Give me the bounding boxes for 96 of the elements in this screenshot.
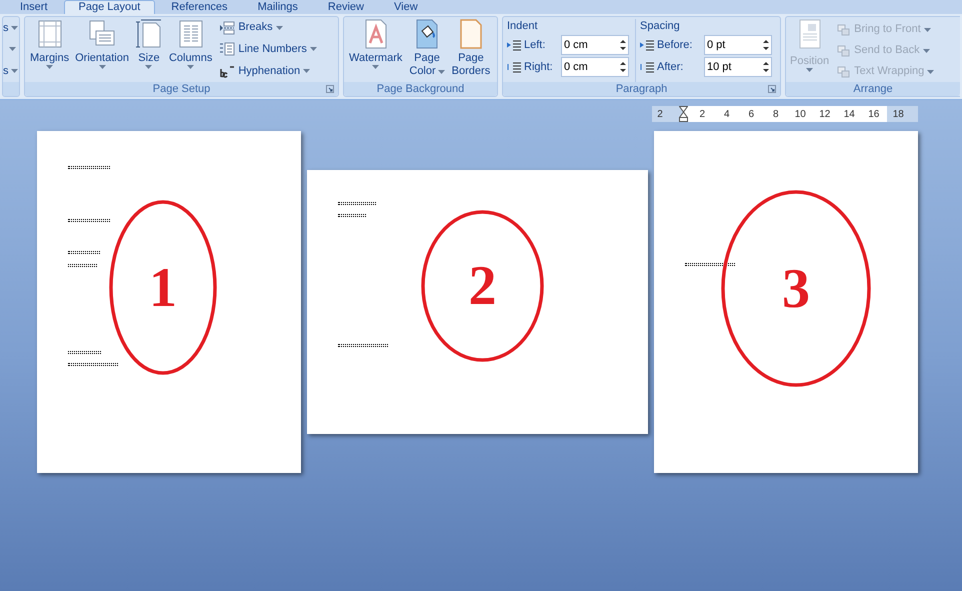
menu-item[interactable]: s (3, 62, 8, 80)
caret-icon (303, 69, 310, 74)
group-title: Page Background (376, 82, 464, 96)
section-heading: Spacing (640, 19, 681, 33)
ruler-number: 2 (698, 108, 706, 122)
text-line (685, 263, 735, 266)
ribbon-button[interactable]: Size (132, 17, 166, 82)
ruler-number: 8 (772, 108, 780, 122)
text-line (68, 351, 101, 354)
field-label: Before: (657, 38, 694, 53)
spin-field[interactable]: 0 pt (704, 35, 772, 55)
group-title: Arrange (853, 82, 893, 96)
layer-icon (837, 44, 852, 56)
ribbon-button[interactable]: Page Borders (450, 17, 492, 82)
caret-icon (98, 65, 106, 69)
text-line (68, 264, 97, 267)
spin-arrows-icon[interactable] (763, 39, 769, 51)
caret-icon (46, 65, 54, 69)
dialog-launcher-icon[interactable] (768, 85, 776, 93)
ruler-number: 14 (842, 108, 856, 122)
size-icon (134, 19, 163, 49)
caret-icon (9, 47, 16, 52)
caret-icon (927, 70, 934, 74)
spin-field[interactable]: 0 cm (561, 35, 629, 55)
ruler-number: 2 (656, 108, 664, 122)
group-title-bar (3, 82, 19, 96)
line-spacing-icon (640, 61, 654, 73)
layer-icon (837, 66, 852, 78)
section-heading: Indent (507, 19, 539, 33)
spin-arrows-icon[interactable] (620, 39, 626, 51)
hyphenation-icon (219, 64, 236, 78)
breaks-icon (219, 20, 236, 35)
layer-icon (837, 24, 852, 36)
ribbon-tab[interactable]: References (157, 1, 242, 14)
columns-icon (176, 19, 205, 49)
spin-field[interactable]: 0 cm (561, 57, 629, 77)
ribbon-button[interactable]: Breaks (219, 20, 317, 35)
ribbon-button[interactable]: Margins (27, 17, 72, 82)
ribbon-tab[interactable]: Review (314, 1, 378, 14)
page-number-annotation: 2 (468, 258, 496, 314)
indent-icon (507, 39, 521, 51)
ribbon-button[interactable]: Line Numbers (219, 42, 317, 56)
page-number-annotation: 3 (782, 260, 810, 316)
ruler-number: 16 (867, 108, 880, 122)
caret-icon (187, 65, 194, 69)
ribbon-tab[interactable]: Insert (6, 1, 62, 14)
field-label: Right: (524, 60, 554, 75)
paint-bucket-icon (415, 19, 440, 49)
caret-icon (924, 28, 931, 32)
caret-icon (310, 47, 317, 52)
ruler-number: 18 (892, 108, 905, 122)
ruler-number: 10 (794, 108, 807, 122)
ribbon-button[interactable]: Columns (166, 17, 216, 82)
menu-item[interactable]: s (3, 20, 8, 36)
caret-icon (10, 26, 18, 30)
dialog-launcher-icon[interactable] (326, 85, 334, 93)
caret-icon (276, 26, 283, 30)
ribbon-tab[interactable]: View (380, 1, 432, 14)
caret-icon (145, 65, 152, 69)
spin-arrows-icon[interactable] (620, 61, 626, 73)
margins-icon (36, 19, 64, 49)
text-line (338, 344, 388, 347)
indent-marker-icon[interactable] (679, 106, 688, 122)
ribbon-button[interactable]: Orientation (72, 17, 132, 82)
caret-icon (10, 69, 18, 74)
ribbon-button[interactable]: Page Color (407, 17, 447, 82)
ribbon-button[interactable]: Watermark (347, 17, 404, 82)
field-label: Left: (524, 38, 546, 53)
group-title: Page Setup (152, 82, 210, 96)
caret-icon (438, 70, 445, 74)
group-title: Paragraph (616, 82, 668, 96)
spin-field[interactable]: 10 pt (704, 57, 772, 77)
position-icon (798, 19, 822, 49)
text-line (338, 214, 366, 217)
page-number-annotation: 1 (149, 260, 177, 316)
spin-arrows-icon[interactable] (763, 61, 769, 73)
ruler-number: 12 (818, 108, 832, 122)
ruler-number: 6 (747, 108, 756, 122)
ribbon-button[interactable]: Hyphenation (219, 64, 317, 78)
page-borders-icon (458, 19, 483, 49)
ruler-number: 4 (722, 108, 731, 122)
text-line (68, 363, 118, 366)
text-line (68, 251, 100, 254)
line-spacing-icon (640, 39, 654, 51)
text-line (68, 166, 110, 169)
caret-icon (922, 48, 930, 52)
caret-icon (372, 65, 380, 69)
text-line (68, 219, 110, 222)
ribbon-tab[interactable]: Page Layout (64, 0, 156, 14)
indent-icon (507, 61, 521, 73)
text-line (338, 202, 376, 205)
line-numbers-icon (219, 42, 236, 56)
ribbon-tab[interactable]: Mailings (244, 1, 312, 14)
watermark-icon (364, 19, 388, 49)
caret-icon (806, 68, 814, 72)
field-label: After: (657, 60, 684, 75)
